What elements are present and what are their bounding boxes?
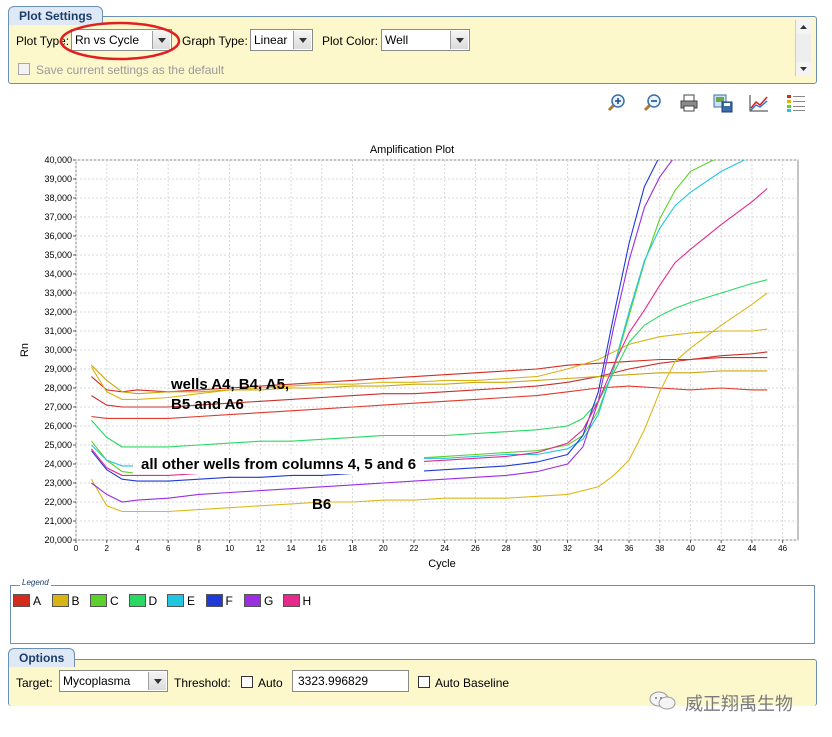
- y-tick-label: 35,000: [44, 250, 72, 260]
- legend-swatch-c: [90, 594, 107, 607]
- x-tick-label: 22: [410, 544, 419, 553]
- x-tick-label: 36: [625, 544, 634, 553]
- x-tick-label: 24: [440, 544, 449, 553]
- x-tick-label: 4: [135, 544, 140, 553]
- y-tick-label: 36,000: [44, 231, 72, 241]
- x-tick-label: 30: [532, 544, 541, 553]
- x-tick-label: 8: [197, 544, 202, 553]
- x-tick-label: 12: [256, 544, 265, 553]
- legend-label-c: C: [110, 594, 119, 608]
- chevron-down-icon[interactable]: [148, 672, 166, 690]
- legend-swatch-a: [13, 594, 30, 607]
- auto-baseline-checkbox[interactable]: [418, 676, 430, 688]
- legend-label-d: D: [148, 594, 158, 608]
- legend-swatch-d: [128, 594, 146, 607]
- y-tick-label: 22,000: [44, 497, 72, 507]
- y-tick-label: 24,000: [44, 459, 72, 469]
- legend-title: Legend: [20, 578, 51, 587]
- y-tick-label: 34,000: [44, 269, 72, 279]
- x-tick-label: 18: [348, 544, 357, 553]
- x-tick-label: 16: [317, 544, 326, 553]
- legend-label-h: H: [302, 594, 312, 608]
- y-tick-label: 39,000: [44, 174, 72, 184]
- x-axis-label: Cycle: [428, 558, 456, 570]
- legend-swatch-b: [51, 594, 69, 607]
- x-tick-label: 32: [563, 544, 572, 553]
- y-tick-label: 30,000: [44, 345, 72, 355]
- threshold-label: Threshold:: [174, 676, 231, 690]
- legend-swatch-f: [205, 594, 223, 607]
- annotation-other-wells: all other wells from columns 4, 5 and 6: [133, 455, 425, 474]
- annotation-b6: B6: [312, 496, 332, 513]
- x-tick-label: 6: [166, 544, 171, 553]
- y-axis-label: Rn: [19, 343, 31, 357]
- x-tick-label: 20: [379, 544, 388, 553]
- y-tick-label: 27,000: [44, 402, 72, 412]
- x-tick-label: 10: [225, 544, 234, 553]
- threshold-auto-checkbox[interactable]: [241, 676, 253, 688]
- x-tick-label: 26: [471, 544, 480, 553]
- legend-label-e: E: [187, 594, 196, 608]
- threshold-input[interactable]: 3323.996829: [292, 670, 409, 692]
- options-tab[interactable]: Options: [8, 648, 76, 667]
- x-tick-label: 34: [594, 544, 603, 553]
- legend-label-a: A: [33, 594, 42, 608]
- y-tick-label: 20,000: [44, 535, 72, 545]
- x-tick-label: 0: [74, 544, 79, 553]
- y-tick-label: 26,000: [44, 421, 72, 431]
- annotation-a4-b4-a5-b5-a6: wells A4, B4, A5, B5 and A6: [171, 376, 290, 413]
- y-tick-label: 29,000: [44, 364, 72, 374]
- y-tick-label: 25,000: [44, 440, 72, 450]
- legend-swatch-g: [244, 594, 261, 607]
- legend-label-f: F: [225, 594, 233, 608]
- y-tick-label: 37,000: [44, 212, 72, 222]
- chart-title: Amplification Plot: [370, 144, 454, 156]
- x-tick-label: 28: [502, 544, 511, 553]
- target-value: Mycoplasma: [63, 674, 131, 688]
- legend-swatch-e: [167, 594, 184, 607]
- x-tick-label: 44: [747, 544, 756, 553]
- legend-swatch-h: [282, 594, 300, 607]
- amplification-plot: Amplification Plot Cycle Rn 0 2 4 6 8 10 12 14 1…: [19, 144, 799, 570]
- x-tick-label: 14: [287, 544, 296, 553]
- y-tick-label: 21,000: [44, 516, 72, 526]
- y-tick-label: 38,000: [44, 193, 72, 203]
- y-tick-label: 40,000: [44, 155, 72, 165]
- x-tick-label: 46: [778, 544, 787, 553]
- target-select[interactable]: Mycoplasma: [59, 670, 168, 692]
- x-tick-label: 2: [104, 544, 109, 553]
- y-tick-label: 23,000: [44, 478, 72, 488]
- legend-label-b: B: [71, 594, 80, 608]
- x-tick-label: 38: [655, 544, 664, 553]
- auto-baseline-label: Auto Baseline: [435, 676, 510, 690]
- threshold-auto-label: Auto: [258, 676, 283, 690]
- wechat-logo-icon: [649, 691, 676, 710]
- y-tick-label: 31,000: [44, 326, 72, 336]
- watermark-text: 威正翔禹生物: [685, 694, 793, 715]
- x-tick-label: 40: [686, 544, 695, 553]
- legend-label-g: G: [264, 594, 274, 608]
- y-tick-label: 28,000: [44, 383, 72, 393]
- y-tick-label: 33,000: [44, 288, 72, 298]
- y-tick-label: 32,000: [44, 307, 72, 317]
- target-label: Target:: [16, 676, 53, 690]
- x-tick-label: 42: [717, 544, 726, 553]
